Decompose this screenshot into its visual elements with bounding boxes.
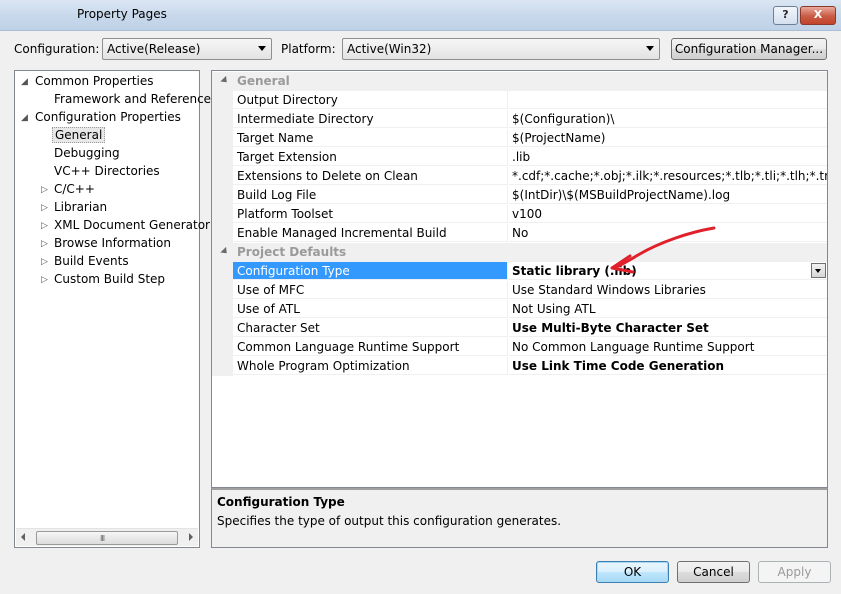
tree-item-xml-document-generator[interactable]: XML Document Generator <box>54 217 210 234</box>
property-row[interactable]: Platform Toolset v100 <box>212 205 827 224</box>
property-row[interactable]: Use of ATL Not Using ATL <box>212 300 827 319</box>
tree-item-browse-information[interactable]: Browse Information <box>54 235 171 252</box>
chevron-down-icon <box>646 46 654 51</box>
property-row[interactable]: Whole Program Optimization Use Link Time … <box>212 357 827 376</box>
property-row[interactable]: Intermediate Directory $(Configuration)\ <box>212 110 827 129</box>
expand-icon[interactable]: ▷ <box>41 257 48 267</box>
configuration-manager-button[interactable]: Configuration Manager... <box>671 38 827 60</box>
cancel-button[interactable]: Cancel <box>677 561 750 583</box>
property-pages-dialog: Property Pages ? X Configuration: Active… <box>0 0 841 594</box>
description-panel: Configuration Type Specifies the type of… <box>211 488 828 548</box>
configuration-select[interactable]: Active(Release) <box>102 38 272 60</box>
configuration-value: Active(Release) <box>107 42 201 56</box>
apply-button[interactable]: Apply <box>758 561 831 583</box>
scroll-left-icon[interactable] <box>21 533 25 541</box>
help-button[interactable]: ? <box>773 6 798 25</box>
platform-value: Active(Win32) <box>347 42 432 56</box>
scroll-thumb[interactable]: III <box>36 531 178 545</box>
expand-icon[interactable]: ▷ <box>41 239 48 249</box>
property-grid: General Output Directory Intermediate Di… <box>211 70 828 488</box>
category-project-defaults[interactable]: Project Defaults <box>212 243 827 262</box>
scroll-grip: III <box>100 534 105 543</box>
tree-item-configuration-properties[interactable]: Configuration Properties <box>35 109 181 126</box>
property-row[interactable]: Target Extension .lib <box>212 148 827 167</box>
tree-item-custom-build-step[interactable]: Custom Build Step <box>54 271 165 288</box>
collapse-icon[interactable]: ◢ <box>21 113 28 123</box>
configuration-label: Configuration: <box>14 42 100 56</box>
property-row[interactable]: Use of MFC Use Standard Windows Libraries <box>212 281 827 300</box>
tree-item-build-events[interactable]: Build Events <box>54 253 129 270</box>
close-button[interactable]: X <box>800 6 836 25</box>
tree-item-general[interactable]: General <box>52 127 106 144</box>
property-row[interactable]: Common Language Runtime Support No Common… <box>212 338 827 357</box>
tree-item-vc-directories[interactable]: VC++ Directories <box>54 163 160 180</box>
property-row-configuration-type[interactable]: Configuration Type Static library (.lib) <box>212 262 827 281</box>
collapse-icon[interactable] <box>220 246 230 257</box>
property-tree: ◢ Common Properties Framework and Refere… <box>14 70 217 548</box>
tree-item-common-properties[interactable]: Common Properties <box>35 73 154 90</box>
description-text: Specifies the type of output this config… <box>217 514 562 528</box>
property-row[interactable]: Build Log File $(IntDir)\$(MSBuildProject… <box>212 186 827 205</box>
property-row[interactable]: Target Name $(ProjectName) <box>212 129 827 148</box>
expand-icon[interactable]: ▷ <box>41 185 48 195</box>
scroll-right-icon[interactable] <box>189 533 193 541</box>
title-bar: Property Pages ? X <box>0 0 841 31</box>
expand-icon[interactable]: ▷ <box>41 275 48 285</box>
tree-item-c-cpp[interactable]: C/C++ <box>54 181 95 198</box>
platform-select[interactable]: Active(Win32) <box>342 38 660 60</box>
tree-item-librarian[interactable]: Librarian <box>54 199 107 216</box>
dropdown-button[interactable] <box>811 263 826 278</box>
tree-item-framework-references[interactable]: Framework and References <box>54 91 217 108</box>
platform-label: Platform: <box>281 42 336 56</box>
category-general[interactable]: General <box>212 72 827 91</box>
property-row[interactable]: Output Directory <box>212 91 827 110</box>
collapse-icon[interactable]: ◢ <box>21 77 28 87</box>
chevron-down-icon <box>815 269 821 273</box>
property-row[interactable]: Character Set Use Multi-Byte Character Se… <box>212 319 827 338</box>
expand-icon[interactable]: ▷ <box>41 203 48 213</box>
chevron-down-icon <box>258 46 266 51</box>
ok-button[interactable]: OK <box>596 561 669 583</box>
horizontal-scrollbar[interactable]: III <box>16 528 198 546</box>
expand-icon[interactable]: ▷ <box>41 221 48 231</box>
property-row[interactable]: Extensions to Delete on Clean *.cdf;*.cac… <box>212 167 827 186</box>
tree-item-debugging[interactable]: Debugging <box>54 145 120 162</box>
window-title: Property Pages <box>77 7 167 21</box>
collapse-icon[interactable] <box>220 75 230 86</box>
description-title: Configuration Type <box>217 495 345 509</box>
property-row[interactable]: Enable Managed Incremental Build No <box>212 224 827 243</box>
